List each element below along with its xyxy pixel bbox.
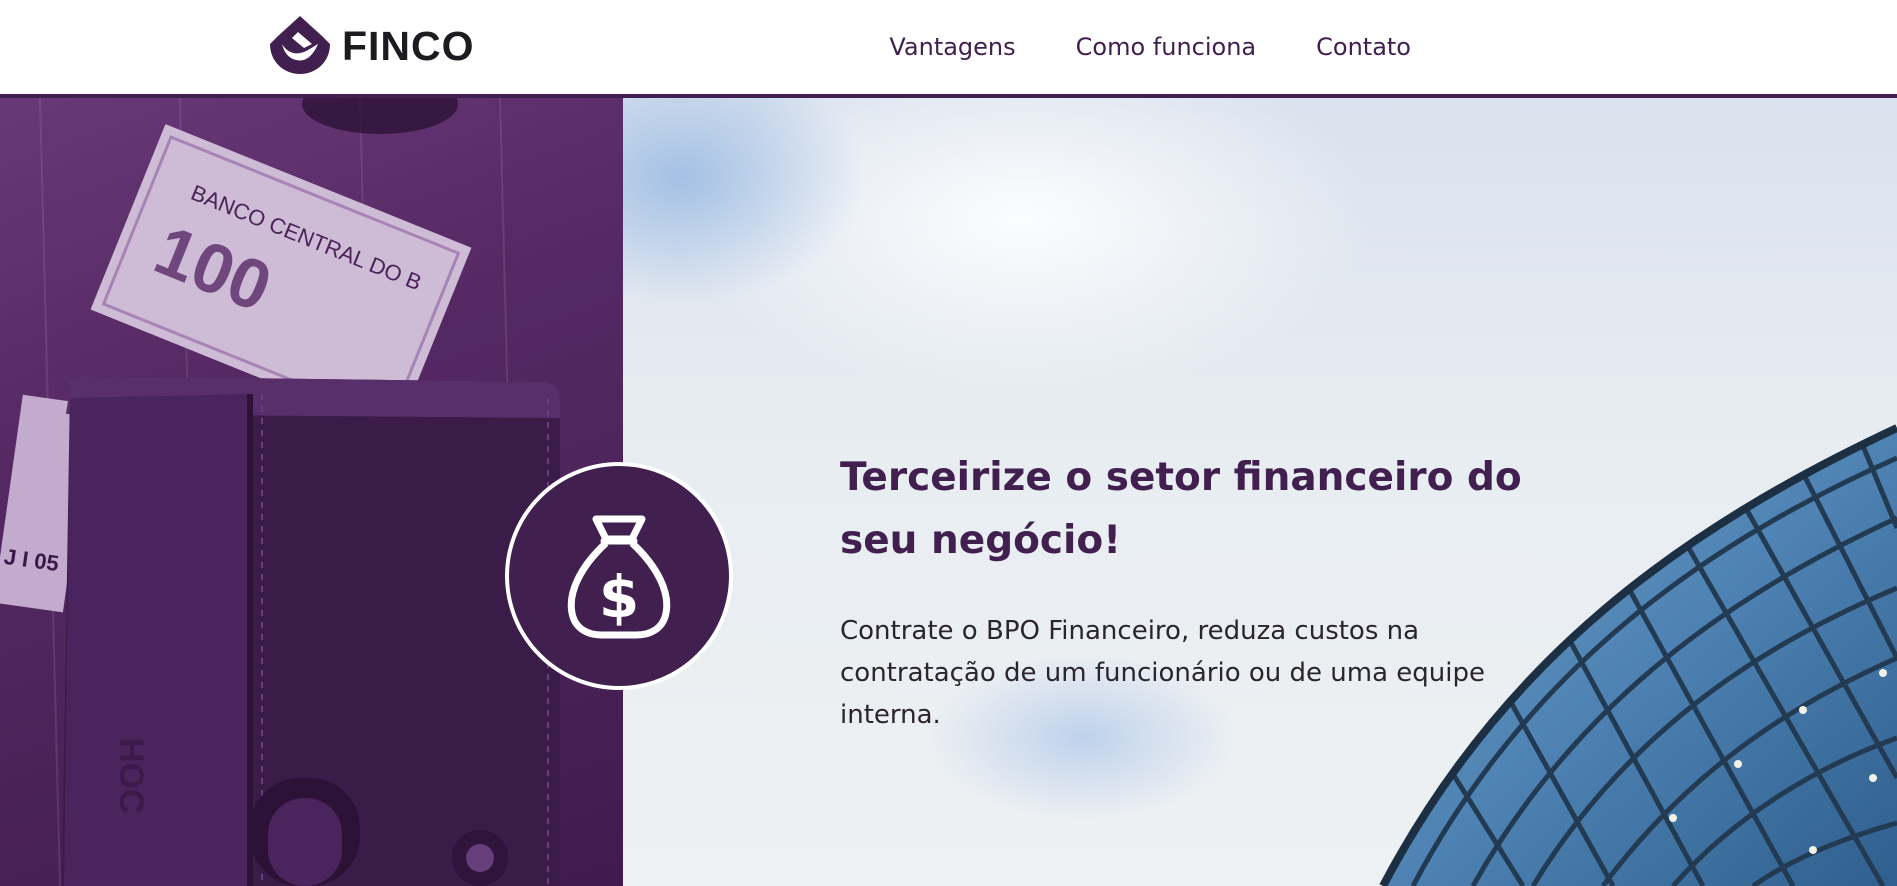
finco-logo-icon [270, 16, 330, 74]
money-badge: $ [505, 462, 733, 690]
hero-title: Terceirize o setor financeiro do seu neg… [840, 455, 1522, 563]
nav-link-vantagens[interactable]: Vantagens [889, 33, 1015, 61]
hero-section: BANCO CENTRAL DO B 100 J I 05 HOC $ Terc… [0, 98, 1897, 886]
logo-link[interactable]: FINCO [268, 14, 475, 78]
main-nav: Vantagens Como funciona Contato [889, 0, 1411, 94]
money-bag-icon: $ [567, 515, 671, 639]
wallet-image: BANCO CENTRAL DO B 100 J I 05 HOC [0, 98, 623, 886]
nav-link-como-funciona[interactable]: Como funciona [1076, 33, 1256, 61]
brand-name: FINCO [342, 22, 475, 69]
site-header: FINCO Vantagens Como funciona Contato [0, 0, 1897, 98]
wallet-illustration: BANCO CENTRAL DO B 100 J I 05 HOC [0, 98, 623, 886]
svg-text:$: $ [599, 563, 639, 631]
nav-link-contato[interactable]: Contato [1316, 33, 1411, 61]
hero-description: Contrate o BPO Financeiro, reduza custos… [840, 616, 1486, 730]
